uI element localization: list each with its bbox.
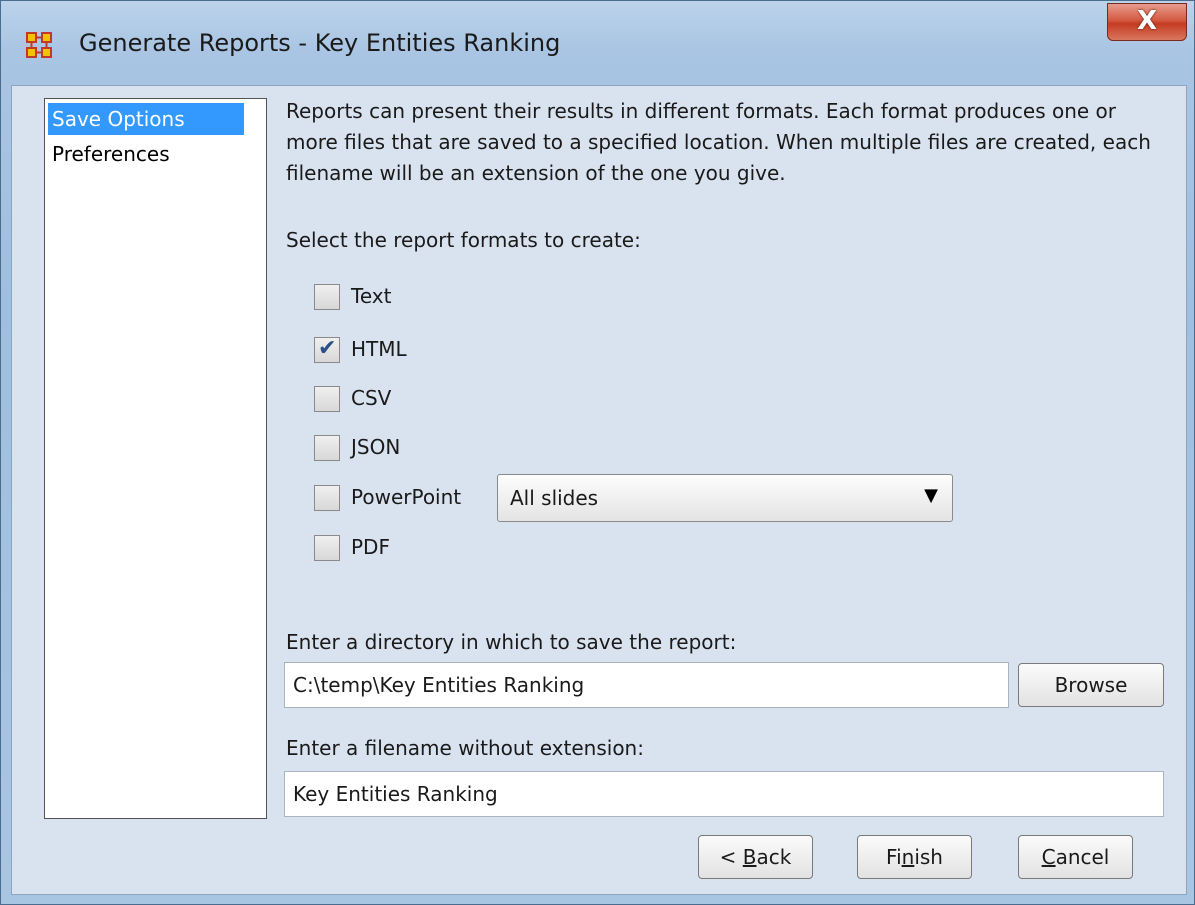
finish-button[interactable]: Finish: [857, 835, 972, 879]
cancel-button-rest: ancel: [1055, 845, 1110, 869]
powerpoint-slides-select[interactable]: All slides ▼: [497, 474, 953, 522]
close-icon: X: [1136, 6, 1158, 36]
nav-item-save-options[interactable]: Save Options: [48, 103, 244, 135]
text-checkbox-label: Text: [351, 284, 392, 308]
window-title: Generate Reports - Key Entities Ranking: [79, 29, 561, 57]
powerpoint-slides-value: All slides: [510, 486, 599, 510]
finish-button-mnemonic: n: [901, 845, 915, 869]
filename-label: Enter a filename without extension:: [286, 736, 644, 760]
back-button-rest: ack: [756, 845, 792, 869]
html-checkbox-label: HTML: [351, 337, 407, 361]
csv-checkbox-label: CSV: [351, 386, 392, 410]
directory-input[interactable]: C:\temp\Key Entities Ranking: [284, 662, 1009, 708]
back-button-prefix: <: [719, 845, 743, 869]
dropdown-arrow-icon: ▼: [924, 485, 938, 506]
pdf-checkbox[interactable]: [314, 535, 340, 561]
close-button[interactable]: X: [1107, 3, 1187, 41]
title-bar[interactable]: Generate Reports - Key Entities Ranking …: [1, 1, 1194, 89]
directory-label: Enter a directory in which to save the r…: [286, 630, 737, 654]
html-checkbox[interactable]: ✔: [314, 336, 340, 363]
text-checkbox[interactable]: [314, 284, 340, 310]
json-checkbox-label: JSON: [351, 435, 401, 459]
json-checkbox[interactable]: [314, 435, 340, 461]
dialog-window: Generate Reports - Key Entities Ranking …: [0, 0, 1195, 905]
cancel-button[interactable]: Cancel: [1018, 835, 1133, 879]
options-nav-list[interactable]: Save Options Preferences: [44, 98, 267, 819]
browse-button[interactable]: Browse: [1018, 663, 1164, 707]
cancel-button-mnemonic: C: [1041, 845, 1056, 869]
meta-network-icon: [26, 32, 52, 58]
check-icon: ✔: [318, 336, 337, 361]
finish-button-prefix: Fi: [886, 845, 902, 869]
filename-input[interactable]: Key Entities Ranking: [284, 771, 1164, 817]
dialog-content: Save Options Preferences Reports can pre…: [11, 85, 1187, 895]
pdf-checkbox-label: PDF: [351, 535, 390, 559]
back-button[interactable]: < Back: [698, 835, 813, 879]
nav-item-preferences[interactable]: Preferences: [48, 138, 174, 170]
finish-button-rest: ish: [914, 845, 943, 869]
powerpoint-checkbox[interactable]: [314, 485, 340, 511]
csv-checkbox[interactable]: [314, 386, 340, 412]
back-button-mnemonic: B: [742, 845, 757, 869]
description-text: Reports can present their results in dif…: [286, 99, 1151, 185]
formats-prompt: Select the report formats to create:: [286, 228, 641, 252]
powerpoint-checkbox-label: PowerPoint: [351, 485, 462, 509]
